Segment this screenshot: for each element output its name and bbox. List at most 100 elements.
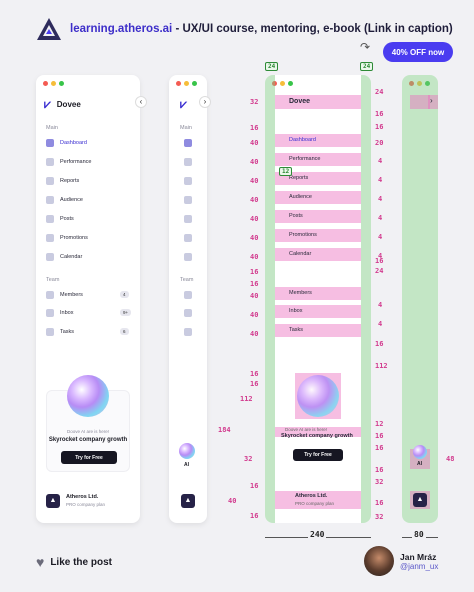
sidebar-item-label: Inbox — [60, 310, 74, 316]
spec-label: Promotions — [289, 232, 317, 238]
inbox-icon — [46, 309, 54, 317]
nav-item-guide — [275, 229, 361, 242]
ai-orb-image — [413, 445, 427, 459]
try-free-button[interactable]: Try for Free — [61, 451, 117, 464]
spec-brand: Dovee — [289, 98, 311, 105]
nav-item-guide — [275, 287, 361, 300]
measure: 16 — [375, 444, 384, 452]
tooltip-measure: 12 — [279, 167, 293, 176]
measure: 20 — [375, 139, 384, 147]
window-controls — [43, 81, 64, 86]
author-handle[interactable]: @janm_ux — [400, 562, 438, 571]
section-label-team: Team — [180, 277, 194, 283]
dashboard-icon[interactable] — [184, 139, 192, 147]
dashboard-icon — [46, 139, 54, 147]
tasks-icon[interactable] — [184, 328, 192, 336]
padding-guide-left — [265, 75, 275, 523]
sidebar-item-dashboard[interactable]: Dashboard — [46, 136, 87, 150]
sidebar-item-calendar[interactable]: Calendar — [46, 250, 82, 264]
avatar — [364, 546, 394, 576]
promo-title: Skyrocket company growth — [48, 437, 128, 443]
like-post[interactable]: ♥ Like the post — [36, 554, 112, 570]
company-logo-icon: ▲ — [46, 494, 60, 508]
measure: 16 — [250, 268, 259, 276]
brand-name: Dovee — [56, 100, 81, 109]
window-controls — [272, 81, 293, 86]
measure: 24 — [375, 267, 384, 275]
measure: 16 — [375, 110, 384, 118]
discount-badge[interactable]: 40% OFF now — [383, 42, 453, 62]
company-name[interactable]: Atheros Ltd. — [66, 494, 98, 500]
section-label-team: Team — [46, 277, 60, 283]
author-card[interactable]: Jan Mráz @janm_ux — [364, 546, 438, 576]
minimize-dot[interactable] — [184, 81, 189, 86]
measure: 40 — [250, 253, 259, 261]
collapse-sidebar-button[interactable]: ‹ — [135, 96, 147, 108]
maximize-dot[interactable] — [192, 81, 197, 86]
minimize-dot — [280, 81, 285, 86]
sidebar-item-tasks[interactable]: Tasks — [46, 325, 74, 339]
brand-guide — [275, 95, 361, 109]
measure: 16 — [375, 499, 384, 507]
inbox-icon[interactable] — [184, 309, 192, 317]
measure: 16 — [375, 466, 384, 474]
spec-label: Performance — [289, 156, 321, 162]
reports-icon[interactable] — [184, 177, 192, 185]
measure: 16 — [375, 123, 384, 131]
site-name[interactable]: learning.atheros.ai — [70, 23, 172, 35]
audience-icon — [46, 196, 54, 204]
sidebar-item-label: Reports — [60, 178, 80, 184]
measure: 16 — [250, 482, 259, 490]
ai-orb-image[interactable] — [179, 443, 195, 459]
tasks-count-badge: 6 — [120, 328, 129, 335]
sidebar-item-label: Performance — [60, 159, 92, 165]
promo-card: Doove AI are is here! Skyrocket company … — [46, 375, 130, 472]
measure: 4 — [378, 195, 383, 203]
measure: 16 — [250, 124, 259, 132]
promo-subtitle: Doove AI are is here! — [66, 429, 110, 434]
width-measure-right: 24 — [360, 62, 374, 71]
calendar-icon — [46, 253, 54, 261]
measure: 32 — [250, 98, 259, 106]
reports-icon — [46, 177, 54, 185]
audience-icon[interactable] — [184, 196, 192, 204]
sidebar-item-members[interactable]: Members — [46, 288, 83, 302]
company-logo-icon[interactable]: ▲ — [181, 494, 195, 508]
expand-sidebar-button[interactable]: › — [199, 96, 211, 108]
brand[interactable]: ⩗ — [180, 97, 187, 112]
promotions-icon[interactable] — [184, 234, 192, 242]
collapsed-height-measure: 48 — [446, 455, 455, 463]
sidebar-item-label: Audience — [60, 197, 83, 203]
page-title: learning.atheros.ai - UX/UI course, ment… — [70, 23, 453, 35]
members-icon[interactable] — [184, 291, 192, 299]
padding-guide-right — [361, 75, 371, 523]
sidebar-item-performance[interactable]: Performance — [46, 155, 92, 169]
sidebar-item-promotions[interactable]: Promotions — [46, 231, 88, 245]
nav-item-guide — [275, 324, 361, 337]
spec-label: Members — [289, 290, 312, 296]
sidebar-item-audience[interactable]: Audience — [46, 193, 83, 207]
close-dot[interactable] — [43, 81, 48, 86]
brand[interactable]: ⩗ Dovee — [44, 97, 81, 112]
measure: 4 — [378, 233, 383, 241]
posts-icon[interactable] — [184, 215, 192, 223]
spec-sidebar-full: Try for Free Dovee Dashboard Performance… — [265, 75, 371, 523]
close-dot[interactable] — [176, 81, 181, 86]
performance-icon — [46, 158, 54, 166]
company-logo-icon: ▲ — [413, 493, 427, 507]
measure: 4 — [378, 214, 383, 222]
sidebar-item-inbox[interactable]: Inbox — [46, 306, 73, 320]
sidebar-collapsed: ⩗ Main Team AI ▲ — [169, 75, 207, 523]
sidebar-item-posts[interactable]: Posts — [46, 212, 74, 226]
sidebar-item-reports[interactable]: Reports — [46, 174, 79, 188]
maximize-dot[interactable] — [59, 81, 64, 86]
spec-promo-title: Skyrocket company growth — [281, 433, 353, 439]
minimize-dot[interactable] — [51, 81, 56, 86]
calendar-icon[interactable] — [184, 253, 192, 261]
spec-sidebar-collapsed: › AI ▲ — [402, 75, 438, 523]
measure: 40 — [250, 234, 259, 242]
spec-promo-subtitle: Doove AI are is here! — [285, 427, 328, 432]
curved-arrow-icon: ↷ — [360, 40, 371, 54]
measure: 32 — [375, 513, 384, 521]
performance-icon[interactable] — [184, 158, 192, 166]
